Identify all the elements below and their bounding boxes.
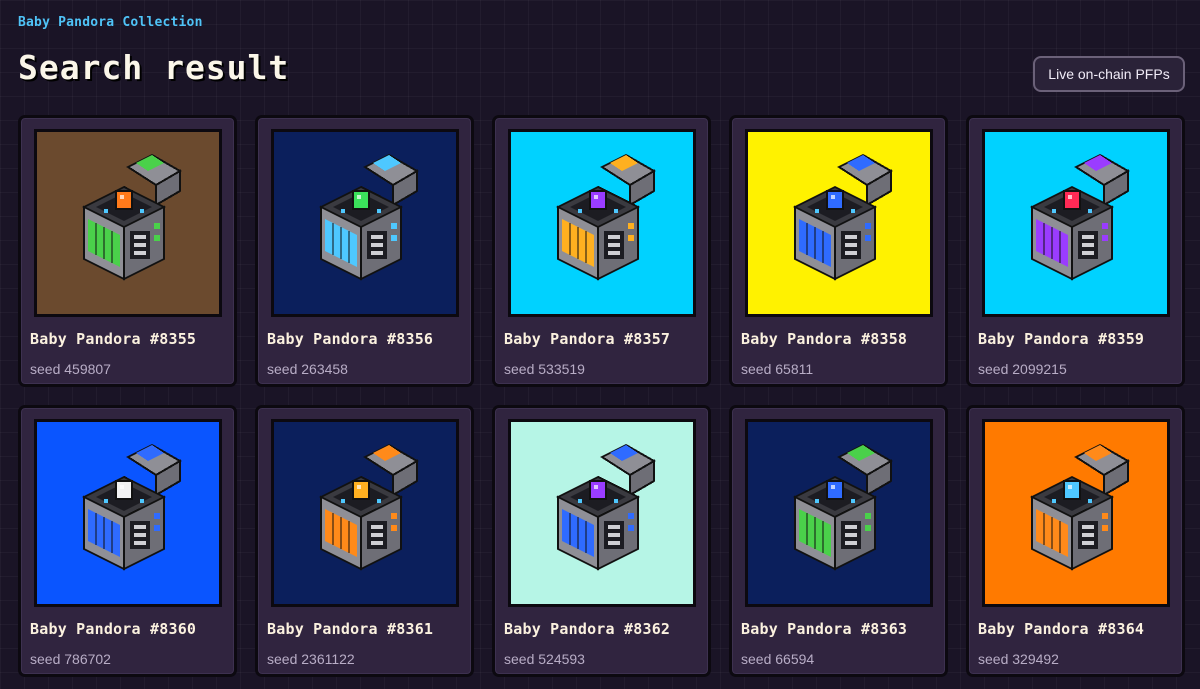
pfp-thumbnail[interactable] (508, 419, 696, 607)
pfp-name: Baby Pandora #8363 (741, 620, 908, 638)
pfp-seed: seed 2361122 (267, 651, 355, 667)
pfp-name: Baby Pandora #8361 (267, 620, 434, 638)
pandora-box-icon (779, 441, 899, 585)
pfp-thumbnail[interactable] (34, 129, 222, 317)
pfp-name: Baby Pandora #8357 (504, 330, 671, 348)
pfp-thumbnail[interactable] (271, 129, 459, 317)
pfp-seed: seed 2099215 (978, 361, 1067, 377)
pfp-thumbnail[interactable] (271, 419, 459, 607)
pfp-seed: seed 459807 (30, 361, 111, 377)
pfp-seed: seed 263458 (267, 361, 348, 377)
pfp-name: Baby Pandora #8359 (978, 330, 1145, 348)
pfp-name: Baby Pandora #8356 (267, 330, 434, 348)
pandora-box-icon (542, 151, 662, 295)
pandora-box-icon (779, 151, 899, 295)
pfp-thumbnail[interactable] (745, 419, 933, 607)
pfp-thumbnail[interactable] (982, 129, 1170, 317)
pandora-box-icon (305, 151, 425, 295)
breadcrumb[interactable]: Baby Pandora Collection (18, 15, 203, 30)
pfp-seed: seed 65811 (741, 361, 814, 377)
pfp-seed: seed 524593 (504, 651, 585, 667)
pfp-name: Baby Pandora #8355 (30, 330, 197, 348)
pandora-box-icon (68, 151, 188, 295)
results-grid: Baby Pandora #8355 seed 459807 Baby Pando… (18, 115, 1185, 677)
pfp-seed: seed 66594 (741, 651, 815, 667)
pfp-card[interactable]: Baby Pandora #8363 seed 66594 (729, 405, 948, 677)
pfp-name: Baby Pandora #8364 (978, 620, 1145, 638)
pfp-thumbnail[interactable] (508, 129, 696, 317)
pfp-thumbnail[interactable] (34, 419, 222, 607)
pandora-box-icon (1016, 151, 1136, 295)
pfp-card[interactable]: Baby Pandora #8358 seed 65811 (729, 115, 948, 387)
pfp-card[interactable]: Baby Pandora #8355 seed 459807 (18, 115, 237, 387)
pfp-card[interactable]: Baby Pandora #8360 seed 786702 (18, 405, 237, 677)
pfp-seed: seed 786702 (30, 651, 111, 667)
pfp-card[interactable]: Baby Pandora #8364 seed 329492 (966, 405, 1185, 677)
pfp-card[interactable]: Baby Pandora #8361 seed 2361122 (255, 405, 474, 677)
pfp-seed: seed 329492 (978, 651, 1059, 667)
pfp-card[interactable]: Baby Pandora #8359 seed 2099215 (966, 115, 1185, 387)
page-title: Search result (18, 48, 290, 87)
pandora-box-icon (1016, 441, 1136, 585)
live-pfps-button[interactable]: Live on-chain PFPs (1033, 56, 1185, 92)
pandora-box-icon (542, 441, 662, 585)
pfp-card[interactable]: Baby Pandora #8362 seed 524593 (492, 405, 711, 677)
pfp-name: Baby Pandora #8358 (741, 330, 908, 348)
pfp-name: Baby Pandora #8362 (504, 620, 671, 638)
pandora-box-icon (305, 441, 425, 585)
pfp-name: Baby Pandora #8360 (30, 620, 197, 638)
pandora-box-icon (68, 441, 188, 585)
pfp-card[interactable]: Baby Pandora #8357 seed 533519 (492, 115, 711, 387)
pfp-seed: seed 533519 (504, 361, 585, 377)
pfp-card[interactable]: Baby Pandora #8356 seed 263458 (255, 115, 474, 387)
pfp-thumbnail[interactable] (745, 129, 933, 317)
pfp-thumbnail[interactable] (982, 419, 1170, 607)
